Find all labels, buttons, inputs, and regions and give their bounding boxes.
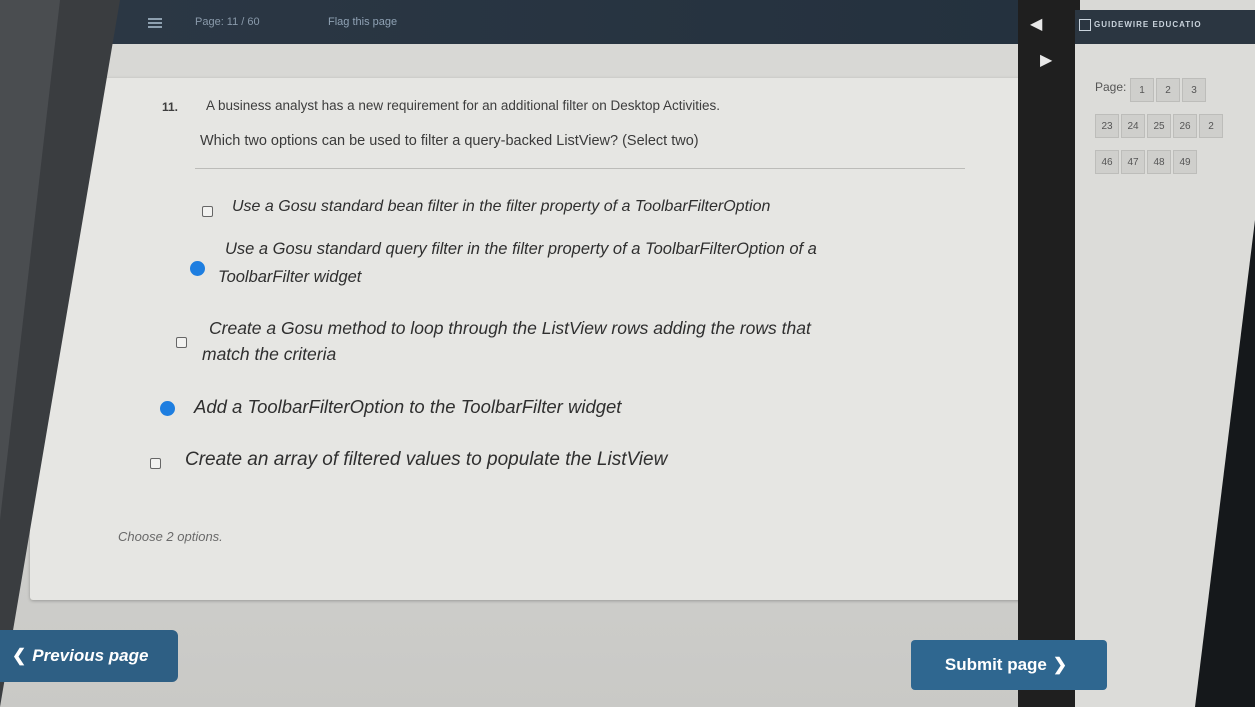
option-2-text-line-2: ToolbarFilter widget [218,268,362,286]
page-link-46[interactable]: 46 [1095,150,1119,174]
question-text-line-2: Which two options can be used to filter … [200,133,699,149]
page-link-24[interactable]: 24 [1121,114,1145,138]
question-divider [195,168,965,169]
device-bezel-left-inner [0,0,60,520]
page-counter: Page: 11 / 60 [195,16,260,28]
question-text-line-1: A business analyst has a new requirement… [206,98,721,113]
chevron-right-icon: ❯ [1052,655,1068,674]
page-link-3[interactable]: 3 [1182,78,1206,102]
page-link-26[interactable]: 26 [1173,114,1197,138]
previous-page-label: Previous page [32,646,149,665]
option-1-text: Use a Gosu standard bean filter in the f… [232,198,771,215]
device-bezel [1195,220,1255,707]
submit-page-button[interactable]: Submit page ❯ [911,640,1107,690]
flag-page-link[interactable]: Flag this page [328,16,397,28]
checked-checkbox-icon[interactable] [190,261,205,276]
page-link-2[interactable]: 2 [1199,114,1223,138]
question-card: 11. A business analyst has a new require… [30,78,1060,600]
exam-screen: Page: 11 / 60 Flag this page 11. A busin… [0,0,1255,707]
menu-icon[interactable] [148,18,162,28]
page-link-23[interactable]: 23 [1095,114,1119,138]
previous-page-button[interactable]: ❮ Previous page [0,630,178,682]
page-link-47[interactable]: 47 [1121,150,1145,174]
selection-hint: Choose 2 options. [118,529,223,544]
submit-page-label: Submit page [944,655,1047,674]
option-4-text: Add a ToolbarFilterOption to the Toolbar… [194,396,622,417]
chevron-left-icon: ❮ [12,646,27,665]
page-link-48[interactable]: 48 [1147,150,1171,174]
brand-name: GUIDEWIRE EDUCATIO [1094,20,1202,30]
option-3-text-line-2: match the criteria [202,344,337,364]
page-link-49[interactable]: 49 [1173,150,1197,174]
option-5-text: Create an array of filtered values to po… [185,449,668,470]
panel-toggle-strip: ◀ ▶ [1018,0,1080,707]
question-number: 11. [162,100,179,114]
page-link-25[interactable]: 25 [1147,114,1171,138]
page-nav-label: Page: [1095,80,1127,94]
expand-right-icon[interactable]: ▶ [1040,50,1052,70]
top-bar: Page: 11 / 60 Flag this page [0,0,1030,44]
navigator-header: GUIDEWIRE EDUCATIO [1075,10,1255,44]
checkbox-icon[interactable] [202,206,213,217]
checkbox-icon[interactable] [176,337,187,348]
option-2-text-line-1: Use a Gosu standard query filter in the … [225,240,817,258]
option-3-text-line-1: Create a Gosu method to loop through the… [209,318,811,338]
checked-checkbox-icon[interactable] [160,401,175,416]
checkbox-icon[interactable] [150,458,161,469]
logo-icon [1079,19,1091,31]
collapse-left-icon[interactable]: ◀ [1030,14,1042,34]
page-link-1[interactable]: 1 [1130,78,1154,102]
page-link-2[interactable]: 2 [1156,78,1180,102]
brand-logo: GUIDEWIRE EDUCATIO [1079,19,1202,31]
